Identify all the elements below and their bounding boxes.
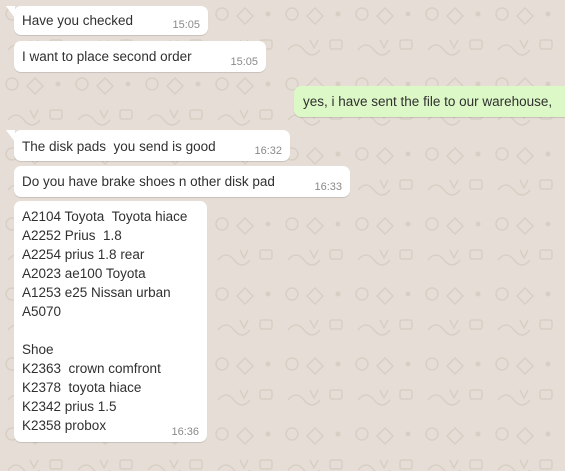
list-line: A1253 e25 Nissan urban xyxy=(22,285,171,300)
message-text: The disk pads you send is good xyxy=(22,139,216,154)
message-incoming[interactable]: Have you checked 15:05 xyxy=(6,6,208,35)
message-incoming-parts-list[interactable]: A2104 Toyota Toyota hiace A2252 Prius 1.… xyxy=(14,201,207,442)
message-text: Do you have brake shoes n other disk pad xyxy=(22,174,275,189)
message-incoming[interactable]: The disk pads you send is good 16:32 xyxy=(6,130,290,161)
chat-panel: Have you checked 15:05 I want to place s… xyxy=(0,0,565,471)
list-line: K2363 crown comfront xyxy=(22,361,161,376)
parts-list: A2104 Toyota Toyota hiace A2252 Prius 1.… xyxy=(22,207,199,435)
list-line: A2254 prius 1.8 rear xyxy=(22,247,145,262)
list-line: A2104 Toyota Toyota hiace xyxy=(22,209,188,224)
message-text: I want to place second order xyxy=(22,49,192,64)
message-timestamp: 16:32 xyxy=(254,145,282,157)
list-line: A2252 Prius 1.8 xyxy=(22,228,122,243)
message-timestamp: 15:05 xyxy=(172,19,200,31)
message-timestamp: 16:33 xyxy=(314,181,342,193)
message-incoming[interactable]: Do you have brake shoes n other disk pad… xyxy=(14,166,350,197)
message-timestamp: 15:05 xyxy=(230,56,258,68)
list-line: K2342 prius 1.5 xyxy=(22,399,117,414)
list-line: A5070 xyxy=(22,304,62,319)
list-line-blank xyxy=(22,321,199,340)
list-line: Shoe xyxy=(22,342,54,357)
message-timestamp: 16:36 xyxy=(171,426,199,438)
list-line: A2023 ae100 Toyota xyxy=(22,266,146,281)
message-outgoing[interactable]: yes, i have sent the file to our warehou… xyxy=(294,86,565,117)
message-text: yes, i have sent the file to our warehou… xyxy=(303,94,553,109)
list-line: K2378 toyota hiace xyxy=(22,380,142,395)
message-incoming[interactable]: I want to place second order 15:05 xyxy=(14,41,266,72)
